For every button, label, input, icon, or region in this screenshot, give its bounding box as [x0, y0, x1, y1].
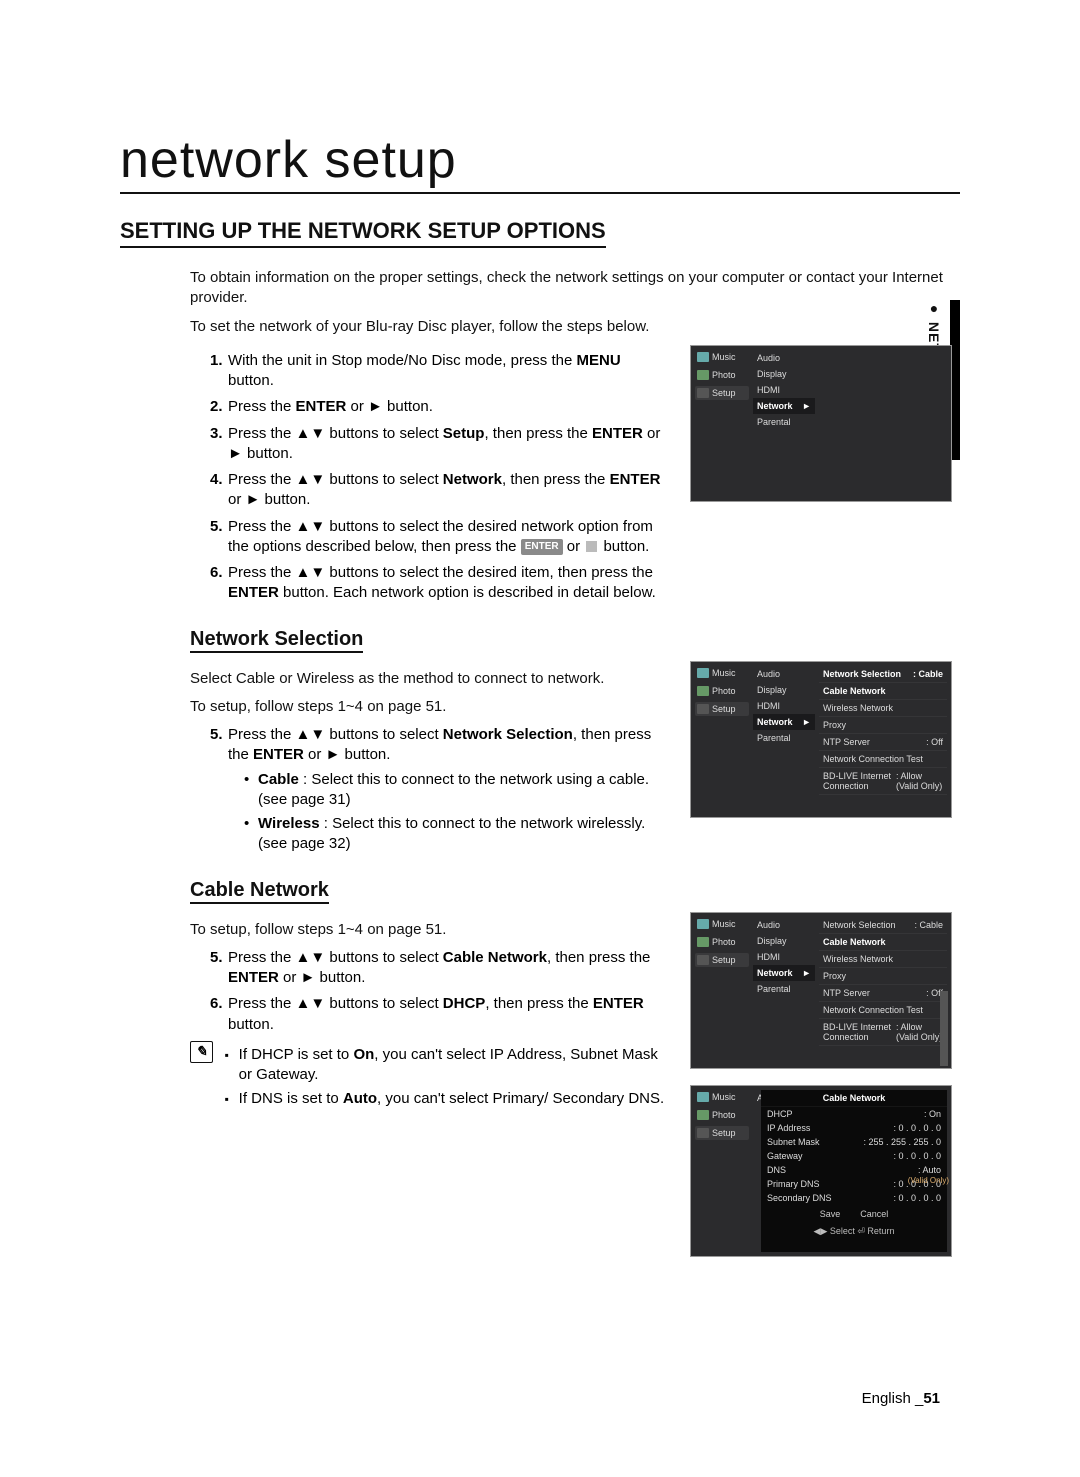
step-6: Press the ▲▼ buttons to select the desir… — [210, 563, 670, 604]
step-2-bold: ENTER — [296, 398, 347, 415]
step-5-c: button. — [599, 538, 649, 555]
note-dhcp-on: If DHCP is set to On, you can't select I… — [225, 1045, 670, 1086]
netsel-5-e: or ► button. — [304, 746, 391, 763]
step-2-text-b: or ► button. — [346, 398, 433, 415]
step-4-e: or ► button. — [228, 491, 310, 508]
main-steps-list: With the unit in Stop mode/No Disc mode,… — [190, 351, 670, 604]
step-4-d: ENTER — [610, 471, 661, 488]
osd-mid-network: Network ► — [753, 398, 815, 414]
netsel-bullets: Cable : Select this to connect to the ne… — [228, 770, 670, 855]
page-footer: English _51 — [862, 1390, 940, 1407]
page-title: network setup — [120, 130, 960, 194]
step-2: Press the ENTER or ► button. — [210, 397, 670, 417]
cablent-step-5: Press the ▲▼ buttons to select Cable Net… — [210, 948, 670, 989]
osd-screenshot-2: Music Photo Setup Audio Display HDMI Net… — [690, 661, 952, 818]
steps-and-screenshot-1: With the unit in Stop mode/No Disc mode,… — [190, 345, 950, 610]
cable-network-title: Cable Network — [190, 879, 329, 904]
cablent-p1: To setup, follow steps 1~4 on page 51. — [190, 920, 670, 940]
netsel-5-a: Press the ▲▼ buttons to select — [228, 726, 443, 743]
cablent-steps: Press the ▲▼ buttons to select Cable Net… — [190, 948, 670, 1035]
netsel-steps: Press the ▲▼ buttons to select Network S… — [190, 725, 670, 855]
step-1-text-b: button. — [228, 372, 274, 389]
netsel-5-d: ENTER — [253, 746, 304, 763]
network-selection-title: Network Selection — [190, 628, 363, 653]
step-3-a: Press the ▲▼ buttons to select — [228, 425, 443, 442]
enter-badge-icon: ENTER — [521, 539, 563, 555]
step-5: Press the ▲▼ buttons to select the desir… — [210, 517, 670, 558]
netsel-5-b: Network Selection — [443, 726, 573, 743]
intro-paragraph-2: To set the network of your Blu-ray Disc … — [190, 317, 950, 337]
netsel-step-5: Press the ▲▼ buttons to select Network S… — [210, 725, 670, 855]
osd4-side: (Valid Only) — [908, 1176, 949, 1185]
osd4-header: Cable Network — [761, 1090, 947, 1107]
notes-block: ✎ If DHCP is set to On, you can't select… — [190, 1041, 670, 1114]
step-1-text-a: With the unit in Stop mode/No Disc mode,… — [228, 352, 577, 369]
right-button-icon — [586, 541, 597, 552]
netsel-bullet-wireless: Wireless : Select this to connect to the… — [244, 814, 670, 855]
osd-screenshot-3: Music Photo Setup Audio Display HDMI Net… — [690, 912, 952, 1069]
page: ● NETWORK SETUP network setup SETTING UP… — [0, 0, 1080, 1477]
netsel-bullet-cable: Cable : Select this to connect to the ne… — [244, 770, 670, 811]
footer-lang: English — [862, 1390, 915, 1407]
step-3-b: Setup — [443, 425, 485, 442]
section-heading: SETTING UP THE NETWORK SETUP OPTIONS — [120, 218, 606, 248]
note-icon: ✎ — [190, 1041, 213, 1063]
step-4-b: Network — [443, 471, 502, 488]
osd-mid-hdmi: HDMI — [753, 382, 815, 398]
osd-left-photo: Photo — [695, 368, 749, 382]
step-5-b: or — [563, 538, 585, 555]
step-6-b: ENTER — [228, 584, 279, 601]
notes-list: If DHCP is set to On, you can't select I… — [225, 1041, 670, 1114]
osd-left-setup: Setup — [695, 386, 749, 400]
intro-block: To obtain information on the proper sett… — [190, 268, 950, 337]
step-3: Press the ▲▼ buttons to select Setup, th… — [210, 424, 670, 465]
intro-paragraph-1: To obtain information on the proper sett… — [190, 268, 950, 309]
step-4-a: Press the ▲▼ buttons to select — [228, 471, 443, 488]
step-3-c: , then press the — [484, 425, 592, 442]
network-selection-section: Network Selection Select Cable or Wirele… — [190, 610, 950, 861]
step-6-a: Press the ▲▼ buttons to select the desir… — [228, 564, 653, 581]
step-4-c: , then press the — [502, 471, 610, 488]
footer-page: 51 — [923, 1390, 940, 1407]
step-1-bold: MENU — [577, 352, 621, 369]
osd-mid-parental: Parental — [753, 414, 815, 430]
osd-mid-display: Display — [753, 366, 815, 382]
netsel-p1: Select Cable or Wireless as the method t… — [190, 669, 670, 689]
step-1: With the unit in Stop mode/No Disc mode,… — [210, 351, 670, 392]
osd-screenshot-4: Music Photo Setup Audio Cable Network DH… — [690, 1085, 952, 1257]
step-2-text-a: Press the — [228, 398, 296, 415]
netsel-p2: To setup, follow steps 1~4 on page 51. — [190, 697, 670, 717]
step-3-d: ENTER — [592, 425, 643, 442]
osd-left-music: Music — [695, 350, 749, 364]
osd-mid-audio: Audio — [753, 350, 815, 366]
cablent-step-6: Press the ▲▼ buttons to select DHCP, the… — [210, 994, 670, 1035]
osd-screenshot-1: Music Photo Setup Audio Display HDMI Net… — [690, 345, 952, 502]
cable-network-section: Cable Network To setup, follow steps 1~4… — [190, 861, 950, 1257]
step-6-c: button. Each network option is described… — [279, 584, 656, 601]
osd4-foot: ◀▶ Select ⏎ Return — [761, 1223, 947, 1240]
step-4: Press the ▲▼ buttons to select Network, … — [210, 470, 670, 511]
note-dns-auto: If DNS is set to Auto, you can't select … — [225, 1089, 670, 1109]
